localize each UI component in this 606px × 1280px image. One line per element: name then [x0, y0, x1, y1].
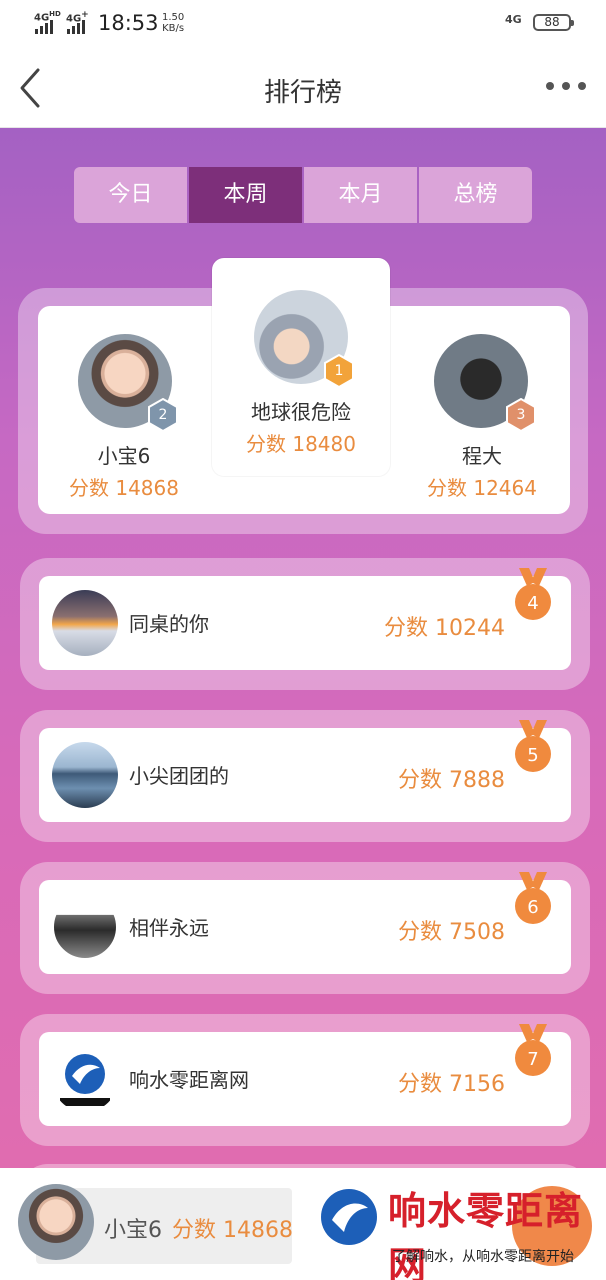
svg-text:1: 1 [335, 363, 344, 379]
nav-bar: 排行榜 [0, 48, 606, 128]
rank-medal-icon: 4 [515, 568, 551, 620]
first-place-name: 地球很危险 [251, 400, 351, 424]
rank-medal-icon: 5 [515, 720, 551, 772]
rank-medal-icon: 6 [515, 872, 551, 924]
more-dots-icon [546, 82, 554, 90]
third-place-score: 分数 12464 [427, 476, 537, 500]
svg-text:6: 6 [527, 897, 538, 918]
list-item-score: 分数 7888 [398, 768, 505, 793]
network-indicator-right: 4G [505, 13, 522, 26]
avatar [52, 894, 118, 960]
list-item-score: 分数 7156 [398, 1072, 505, 1097]
rank-medal-icon: 7 [515, 1024, 551, 1076]
list-item-name: 响水零距离网 [129, 1068, 249, 1092]
svg-text:2: 2 [159, 407, 168, 423]
battery-icon: 88 [533, 14, 574, 31]
status-bar: 4GHD 4G+ 18:53 1.50 KB/s 4G 88 [0, 0, 606, 48]
bronze-rank-badge-icon: 3 [506, 398, 536, 432]
second-place-name: 小宝6 [97, 444, 151, 468]
gold-rank-badge-icon: 1 [324, 354, 354, 388]
leaderboard-content[interactable]: 今日 本周 本月 总榜 2 小宝6 分数 14868 1 地球很危险 分数 18… [0, 128, 606, 1168]
svg-text:5: 5 [527, 745, 538, 766]
second-place-score: 分数 14868 [69, 476, 179, 500]
svg-text:4: 4 [527, 593, 538, 614]
svg-text:7: 7 [527, 1049, 538, 1070]
network-speed: 1.50 KB/s [162, 12, 185, 34]
tab-today[interactable]: 今日 [74, 167, 187, 223]
period-tabs: 今日 本周 本月 总榜 [74, 167, 532, 223]
list-item-name: 同桌的你 [129, 612, 209, 636]
site-logo-icon [60, 1054, 110, 1106]
my-name: 小宝6 [104, 1218, 162, 1243]
list-item[interactable]: 相伴永远 分数 7508 6 [39, 872, 571, 974]
first-place-score: 分数 18480 [246, 432, 356, 456]
tab-this-month[interactable]: 本月 [304, 167, 417, 223]
avatar [52, 1046, 118, 1112]
list-item-name: 相伴永远 [129, 916, 209, 940]
signal-icon-2 [67, 20, 85, 34]
tab-all-time[interactable]: 总榜 [419, 167, 532, 223]
avatar [52, 742, 118, 808]
list-item[interactable]: 同桌的你 分数 10244 4 [39, 568, 571, 670]
my-avatar[interactable] [18, 1184, 94, 1260]
silver-rank-badge-icon: 2 [148, 398, 178, 432]
list-item[interactable]: 小尖团团的 分数 7888 5 [39, 720, 571, 822]
my-score: 分数 14868 [172, 1218, 293, 1243]
list-item-score: 分数 10244 [384, 616, 505, 641]
clock: 18:53 [98, 11, 159, 35]
list-item[interactable]: 响水零距离网 分数 7156 7 [39, 1024, 571, 1126]
watermark: 响水零距离网 了解响水，从响水零距离开始 [316, 1176, 606, 1280]
watermark-logo-icon [321, 1189, 377, 1245]
signal-icon-1 [35, 20, 53, 34]
avatar [52, 590, 118, 656]
watermark-subtitle: 了解响水，从响水零距离开始 [392, 1249, 574, 1265]
third-place-name: 程大 [462, 444, 502, 468]
page-title: 排行榜 [263, 78, 342, 108]
list-item-score: 分数 7508 [398, 920, 505, 945]
svg-text:3: 3 [517, 407, 526, 423]
more-button[interactable] [546, 82, 586, 90]
list-item-name: 小尖团团的 [129, 764, 229, 788]
tab-this-week[interactable]: 本周 [189, 167, 302, 223]
